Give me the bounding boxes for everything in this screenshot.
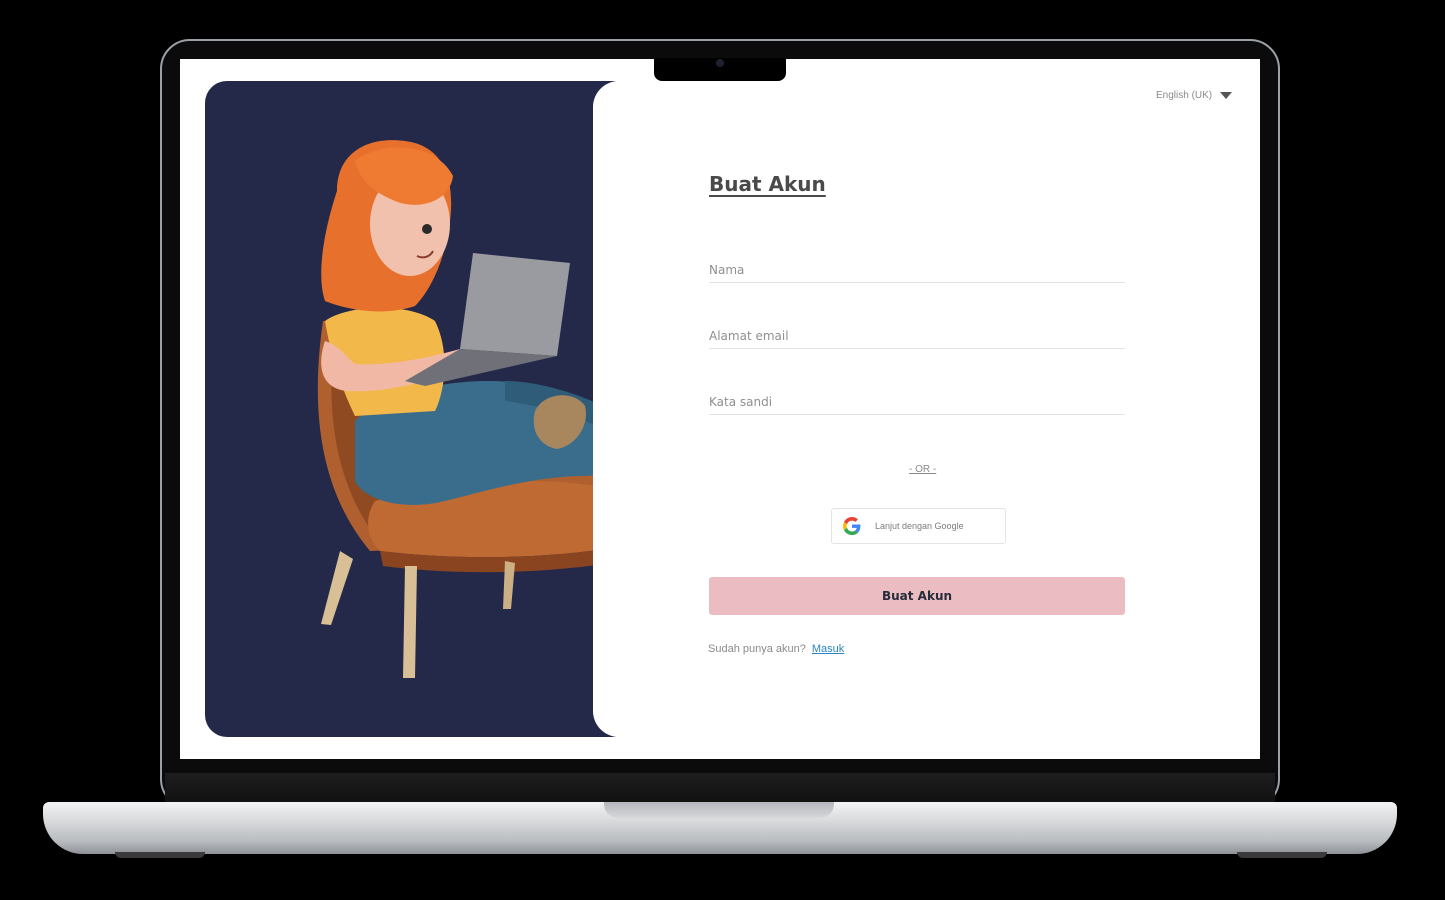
language-selector[interactable]: English (UK) [1156, 88, 1233, 102]
login-prompt: Sudah punya akun? Masuk [708, 643, 844, 655]
laptop-base-notch [604, 802, 834, 818]
caret-down-icon [1220, 91, 1233, 99]
screen: English (UK) Buat Akun - OR - Lanjut den… [180, 59, 1260, 759]
camera-icon [716, 59, 724, 67]
hero-panel [205, 81, 670, 737]
google-icon [843, 517, 861, 535]
google-signup-button[interactable]: Lanjut dengan Google [831, 508, 1006, 544]
device-mockup: English (UK) Buat Akun - OR - Lanjut den… [0, 0, 1445, 900]
laptop-bezel [165, 773, 1275, 803]
google-button-label: Lanjut dengan Google [875, 521, 964, 531]
email-field[interactable] [709, 323, 1125, 349]
login-link[interactable]: Masuk [812, 643, 844, 655]
have-account-text: Sudah punya akun? [708, 643, 806, 655]
language-label: English (UK) [1156, 89, 1213, 101]
create-account-button[interactable]: Buat Akun [709, 577, 1125, 615]
page-title: Buat Akun [709, 172, 826, 196]
or-divider: - OR - [909, 464, 937, 475]
laptop-foot-right [1237, 852, 1327, 858]
password-field[interactable] [709, 389, 1125, 415]
laptop-foot-left [115, 852, 205, 858]
name-field[interactable] [709, 257, 1125, 283]
